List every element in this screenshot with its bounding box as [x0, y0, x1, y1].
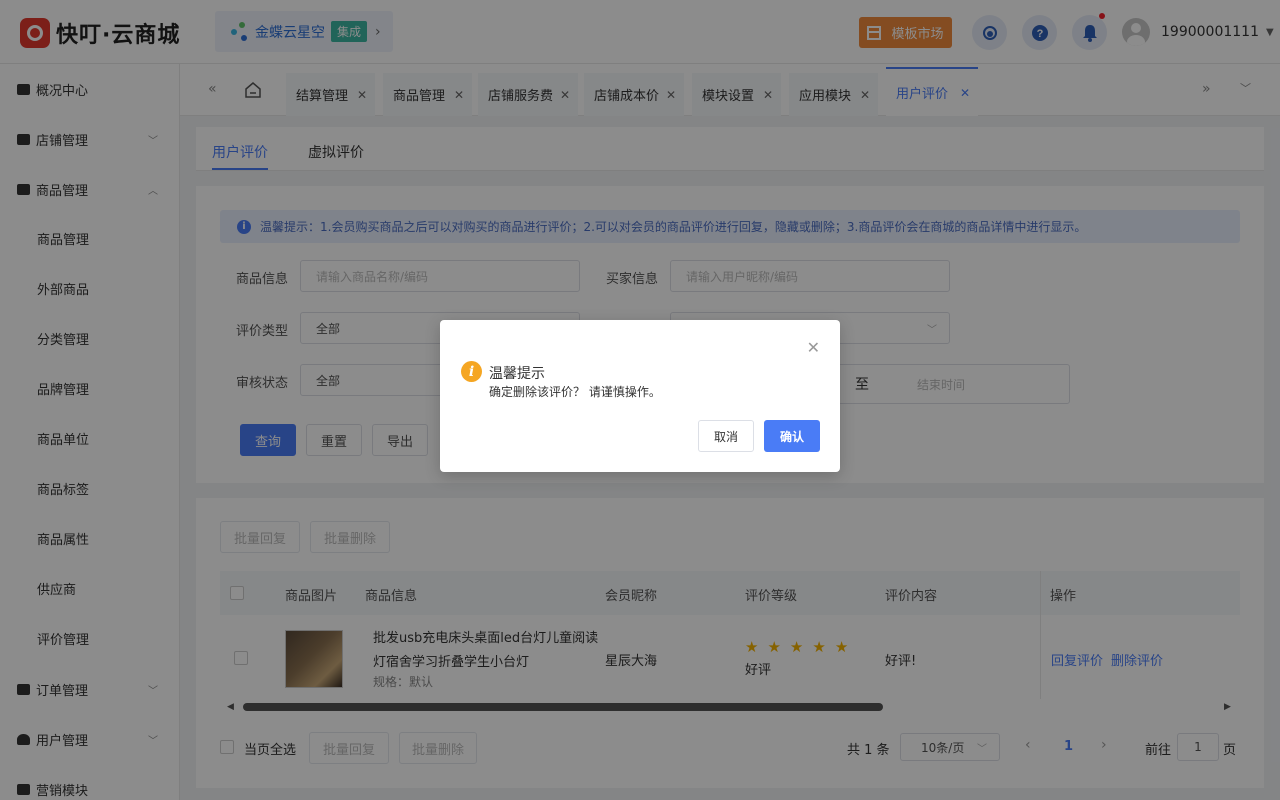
close-icon[interactable]: ✕: [807, 338, 820, 357]
warning-icon: i: [461, 361, 482, 382]
dialog-message: 确定删除该评价？ 请谨慎操作。: [489, 385, 661, 399]
cancel-button[interactable]: 取消: [698, 420, 754, 452]
dialog-title: 温馨提示: [489, 366, 545, 382]
confirm-button[interactable]: 确认: [764, 420, 820, 452]
confirm-dialog: ✕ i 温馨提示 确定删除该评价？ 请谨慎操作。 取消 确认: [440, 320, 840, 472]
